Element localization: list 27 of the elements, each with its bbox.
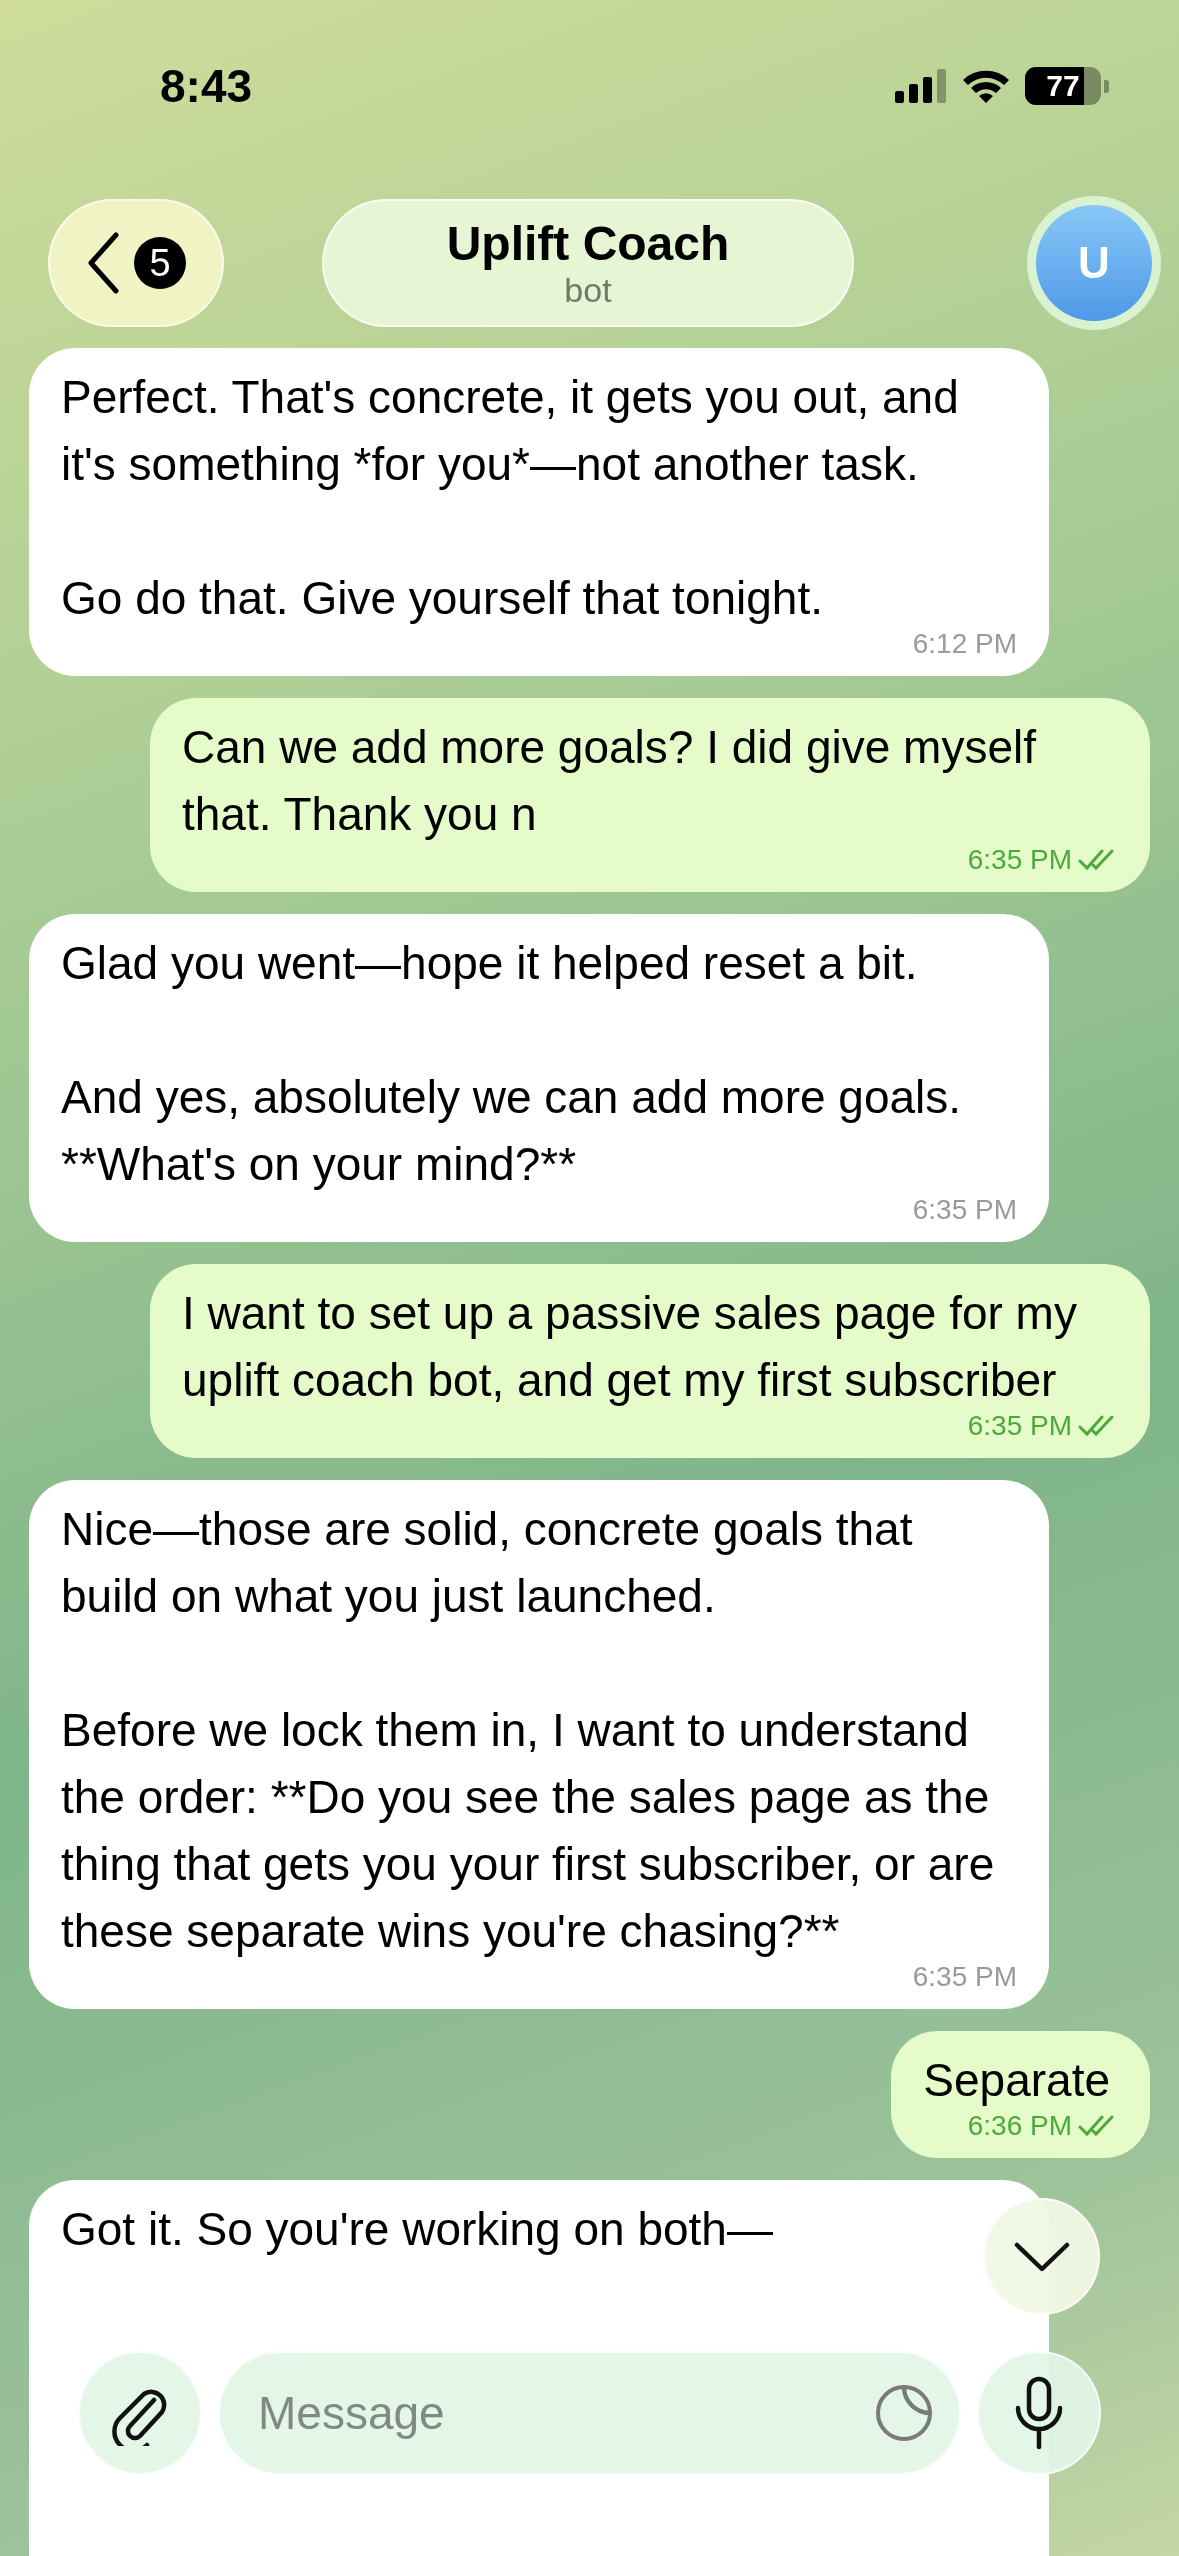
message-time: 6:35 PM (967, 1409, 1072, 1443)
back-chevron-icon (86, 231, 120, 295)
back-button[interactable]: 5 (48, 199, 224, 327)
message-time: 6:35 PM (912, 1960, 1017, 1994)
signal-icon (895, 69, 947, 103)
message-time: 6:35 PM (967, 843, 1072, 877)
unread-count-badge: 5 (134, 237, 186, 289)
message-text: Got it. So you're working on both— (61, 2202, 774, 2257)
chat-title-pill[interactable]: Uplift Coach bot (322, 199, 854, 327)
message-text: I want to set up a passive sales page for my uplift coach bot, and get my first subscriber (182, 1286, 1078, 1408)
message-text: Glad you went—hope it helped reset a bit. And yes, absolutely we can add more goals. **What's on your mind?** (61, 936, 963, 1192)
chat-subtitle: bot (564, 271, 612, 310)
chevron-down-icon (1013, 2241, 1070, 2272)
message-time: 6:36 PM (967, 2109, 1072, 2143)
message-text: Perfect. That's concrete, it gets you out, and it's something *for you*—not another task. Go do that. Give yourself that tonight. (61, 370, 960, 626)
message-text: Separate (923, 2053, 1111, 2108)
wifi-icon (961, 68, 1011, 104)
microphone-icon (1014, 2376, 1064, 2450)
chat-title: Uplift Coach (446, 216, 730, 271)
message-text: Nice—those are solid, concrete goals that build on what you just launched. Before we lock them in, I want to understand the order: **Do you see the sales page as the thing that gets you your first subscriber, or are these separate wins you're chasing?** (61, 1502, 996, 1959)
message-text: Can we add more goals? I did give myself that. Thank you n (182, 720, 1037, 842)
status-time: 8:43 (160, 59, 253, 113)
sticker-icon[interactable] (875, 2384, 933, 2442)
message-time: 6:35 PM (912, 1193, 1017, 1227)
message-field[interactable]: Message (256, 2385, 875, 2441)
message-time: 6:12 PM (912, 627, 1017, 661)
message-bar[interactable]: Message (218, 2351, 961, 2475)
